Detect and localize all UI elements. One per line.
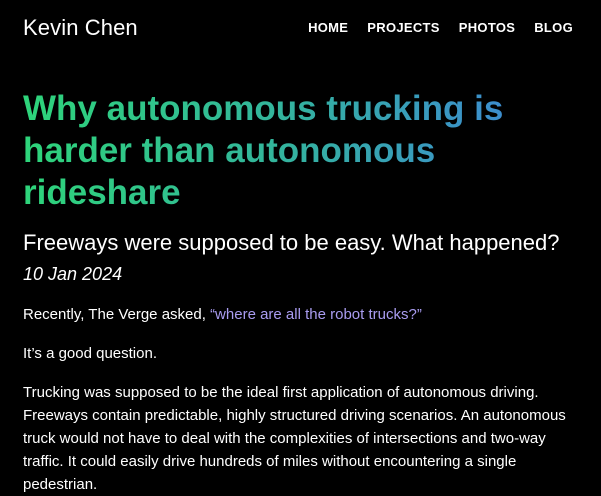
site-name-link[interactable]: Kevin Chen [23, 14, 138, 42]
paragraph-1: Recently, The Verge asked, “where are al… [23, 303, 583, 326]
nav-blog[interactable]: BLOG [534, 20, 573, 36]
article-date: 10 Jan 2024 [23, 264, 123, 284]
main-nav: HOME PROJECTS PHOTOS BLOG [308, 20, 573, 36]
paragraph-3: Trucking was supposed to be the ideal fi… [23, 384, 566, 493]
article-title: Why autonomous trucking is harder than a… [23, 88, 583, 214]
nav-projects[interactable]: PROJECTS [367, 20, 439, 36]
paragraph-1-text: Recently, The Verge asked, [23, 306, 211, 323]
nav-home[interactable]: HOME [308, 20, 348, 36]
verge-article-link[interactable]: “where are all the robot trucks?” [210, 306, 422, 323]
paragraph-2: It’s a good question. [23, 345, 157, 362]
nav-photos[interactable]: PHOTOS [459, 20, 515, 36]
article-subtitle: Freeways were supposed to be easy. What … [23, 230, 560, 255]
site-header: Kevin Chen HOME PROJECTS PHOTOS BLOG [0, 0, 601, 56]
